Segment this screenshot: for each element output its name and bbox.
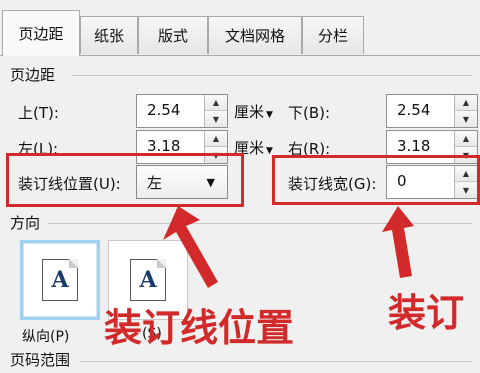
arrow-to-gutter-position-icon — [163, 206, 218, 288]
annotation-gutter-position-text: 装订线位置 — [104, 306, 295, 350]
arrow-to-gutter-width-icon — [382, 206, 414, 278]
tab-margins[interactable]: 页边距 — [2, 10, 80, 56]
annotation-gutter-text: 装订 — [388, 291, 465, 335]
